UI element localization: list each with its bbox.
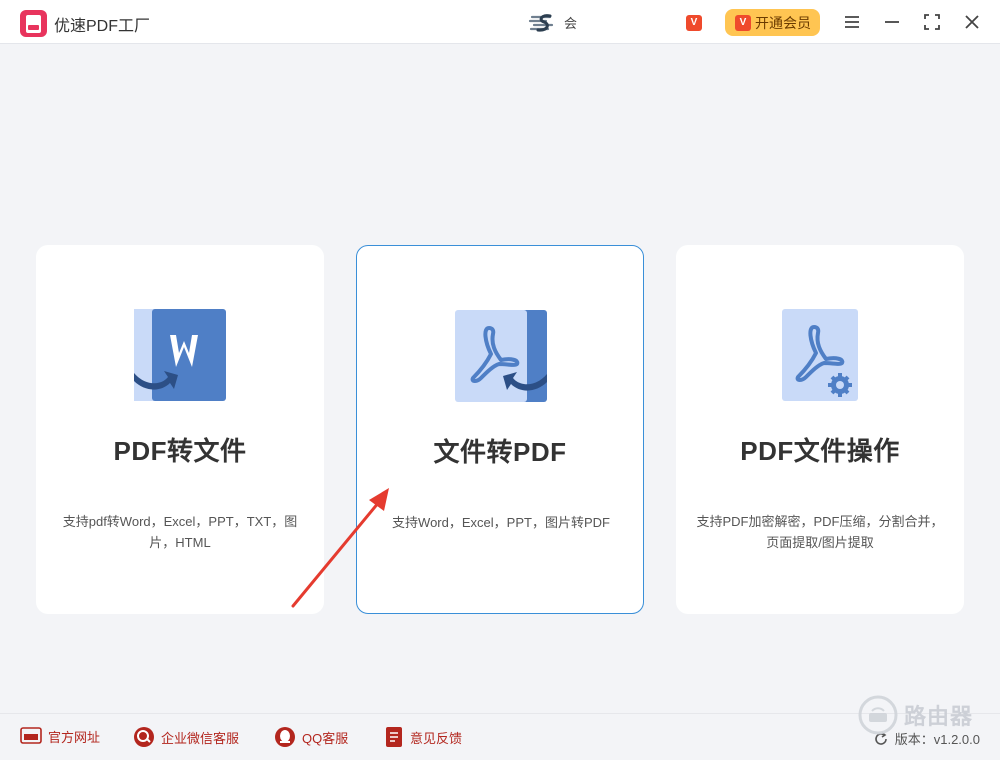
watermark-text: 路由器 <box>904 704 974 729</box>
feedback-link[interactable]: 意见反馈 <box>384 726 462 748</box>
qq-service-link[interactable]: QQ客服 <box>274 726 348 748</box>
card-title: PDF转文件 <box>113 436 247 466</box>
open-vip-label: 开通会员 <box>755 14 811 31</box>
card-description: 支持PDF加密解密，PDF压缩，分割合并，页面提取/图片提取 <box>696 514 944 550</box>
menu-icon[interactable] <box>842 12 862 32</box>
wechat-work-icon <box>134 727 154 747</box>
title-bar: 优速PDF工厂 会 V V 开通会员 <box>0 0 1000 44</box>
vip-icon: V <box>735 14 751 31</box>
wechat-service-link[interactable]: 企业微信客服 <box>133 726 239 748</box>
card-pdf-to-file[interactable]: PDF转文件 支持pdf转Word，Excel，PPT，TXT，图片，HTML <box>36 245 324 614</box>
card-title: 文件转PDF <box>433 437 567 467</box>
router-logo-icon <box>858 695 898 735</box>
feedback-label: 意见反馈 <box>410 730 463 746</box>
maximize-icon[interactable] <box>922 12 942 32</box>
pdf-operations-icon <box>782 309 858 401</box>
card-pdf-operations[interactable]: PDF文件操作 支持PDF加密解密，PDF压缩，分割合并，页面提取/图片提取 <box>676 245 964 614</box>
user-avatar-icon[interactable] <box>528 12 556 34</box>
close-icon[interactable] <box>962 12 982 32</box>
minimize-icon[interactable] <box>882 12 902 32</box>
official-site-label: 官方网址 <box>48 729 101 745</box>
pdf-to-word-icon <box>134 309 226 401</box>
qq-icon <box>275 727 295 747</box>
card-description: 支持pdf转Word，Excel，PPT，TXT，图片，HTML <box>62 514 298 550</box>
open-vip-button[interactable]: V 开通会员 <box>725 9 820 36</box>
card-description: 支持Word，Excel，PPT，图片转PDF <box>392 515 610 530</box>
user-name[interactable]: 会 <box>564 13 577 32</box>
qq-service-label: QQ客服 <box>302 730 349 746</box>
file-to-pdf-icon <box>455 310 547 402</box>
feedback-icon <box>386 727 402 747</box>
official-site-link[interactable]: 官方网址 <box>20 726 100 746</box>
vip-badge-icon[interactable]: V <box>686 15 702 31</box>
card-title: PDF文件操作 <box>740 436 900 466</box>
watermark: 路由器 <box>858 695 988 735</box>
app-logo-icon <box>20 10 47 37</box>
footer-bar: 官方网址 企业微信客服 QQ客服 意见反馈 版本：v1.2.0.0 <box>0 713 1000 760</box>
card-file-to-pdf[interactable]: 文件转PDF 支持Word，Excel，PPT，图片转PDF <box>356 245 644 614</box>
website-icon <box>20 727 42 744</box>
wechat-service-label: 企业微信客服 <box>161 730 240 746</box>
app-title: 优速PDF工厂 <box>54 18 151 35</box>
